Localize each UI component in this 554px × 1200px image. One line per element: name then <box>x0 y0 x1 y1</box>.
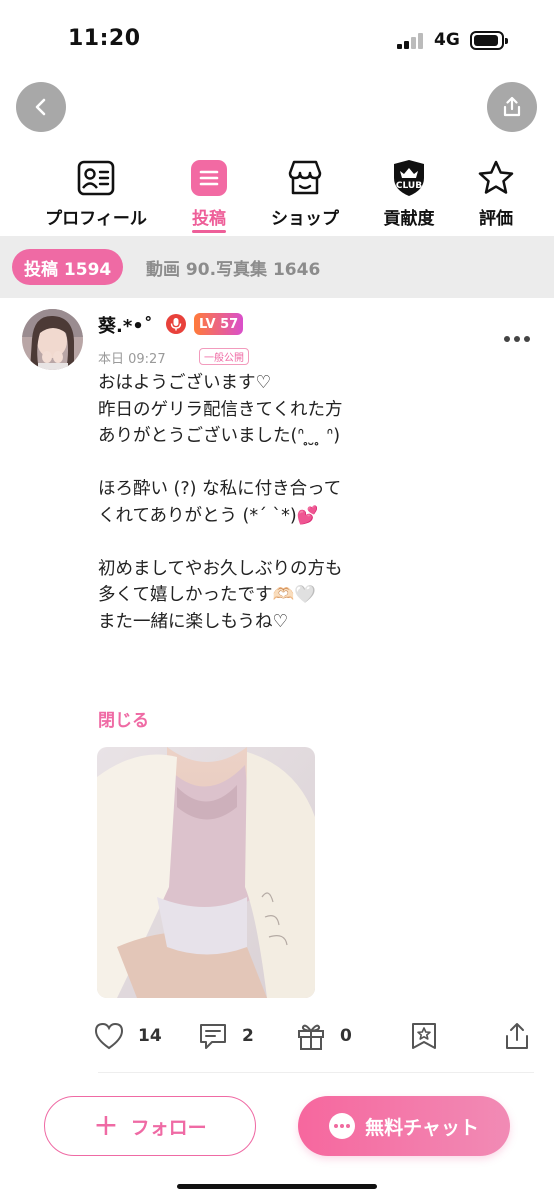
visibility-badge: 一般公開 <box>199 348 249 365</box>
gift-icon <box>298 1024 324 1050</box>
back-button[interactable] <box>16 82 66 132</box>
chevron-left-icon <box>35 98 46 116</box>
tab-posts-label: 投稿 <box>192 209 226 229</box>
avatar[interactable] <box>22 309 83 370</box>
network-type: 4G <box>434 30 460 50</box>
free-chat-button-label: 無料チャット <box>365 1116 479 1139</box>
microphone-icon <box>166 314 186 334</box>
tab-posts[interactable]: 投稿 <box>186 158 232 234</box>
heart-icon <box>94 1022 124 1050</box>
level-badge: LV 57 <box>194 313 244 335</box>
signal-icon <box>397 33 425 49</box>
chat-bubble-icon <box>329 1113 356 1139</box>
tab-contribution-label: 貢献度 <box>383 209 435 229</box>
profile-card-icon <box>76 158 116 198</box>
gift-count: 0 <box>340 1026 352 1046</box>
filter-media-link[interactable]: 動画 90.写真集 1646 <box>146 255 320 280</box>
post-photo[interactable] <box>97 747 315 998</box>
post-body-text: おはようございます♡ 昨日のゲリラ配信きてくれた方 ありがとうございました(ᐢ … <box>98 373 343 632</box>
gift-action[interactable]: 0 <box>296 1020 352 1052</box>
bookmark-action[interactable] <box>409 1020 439 1052</box>
share-button[interactable] <box>487 82 537 132</box>
share-icon <box>503 96 521 117</box>
more-options-icon[interactable] <box>504 336 532 344</box>
follow-button[interactable]: + フォロー <box>44 1096 256 1156</box>
like-action[interactable]: 14 <box>94 1020 162 1052</box>
divider <box>98 1072 534 1073</box>
comment-icon <box>200 1024 226 1049</box>
battery-icon <box>470 31 508 50</box>
status-bar: 11:20 4G <box>0 0 554 80</box>
star-icon <box>476 158 516 198</box>
post-filter-bar: 投稿 1594 動画 90.写真集 1646 <box>0 236 554 298</box>
filter-posts-pill[interactable]: 投稿 1594 <box>12 249 124 285</box>
home-indicator <box>177 1184 377 1189</box>
profile-tabs: プロフィール 投稿 ショップ CLUB 貢献度 評価 <box>0 158 554 234</box>
tab-rating-label: 評価 <box>479 209 513 229</box>
plus-icon: + <box>93 1108 119 1143</box>
tab-profile-label: プロフィール <box>45 209 147 229</box>
post-timestamp: 本日 09:27 <box>98 352 166 367</box>
user-name[interactable]: 葵.*•˚ <box>98 312 153 338</box>
comment-count: 2 <box>242 1026 254 1046</box>
like-count: 14 <box>138 1026 162 1046</box>
club-badge-icon: CLUB <box>389 158 429 198</box>
follow-button-label: フォロー <box>130 1116 207 1139</box>
tab-profile[interactable]: プロフィール <box>38 158 154 234</box>
comment-action[interactable]: 2 <box>198 1020 254 1052</box>
svg-text:CLUB: CLUB <box>396 181 422 191</box>
share-icon <box>506 1023 528 1049</box>
free-chat-button[interactable]: 無料チャット <box>298 1096 510 1156</box>
post-share-action[interactable] <box>503 1020 531 1052</box>
tab-shop-label: ショップ <box>271 209 339 229</box>
tab-rating[interactable]: 評価 <box>474 158 518 234</box>
active-tab-indicator <box>192 230 226 233</box>
tab-contribution[interactable]: CLUB 貢献度 <box>378 158 440 234</box>
status-time: 11:20 <box>68 26 141 51</box>
post-list-icon <box>189 158 229 198</box>
tab-shop[interactable]: ショップ <box>266 158 344 234</box>
bookmark-star-icon <box>412 1023 436 1049</box>
collapse-post-link[interactable]: 閉じる <box>98 706 149 731</box>
shop-icon <box>285 158 325 198</box>
